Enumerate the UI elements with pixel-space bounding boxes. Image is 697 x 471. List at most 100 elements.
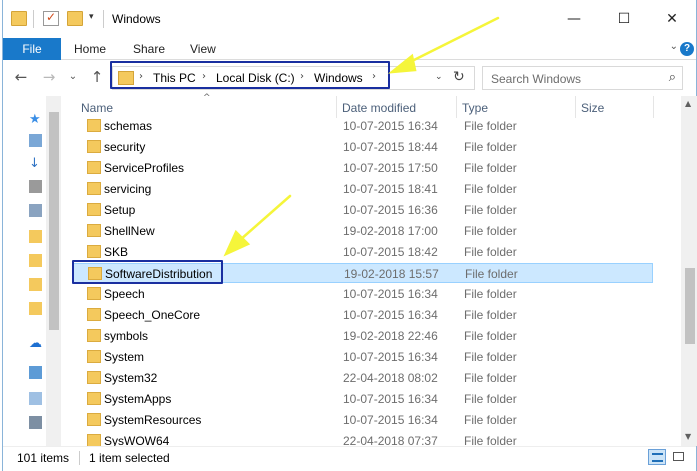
file-date-modified: 10-07-2015 16:34 bbox=[343, 119, 438, 133]
recent-locations-button[interactable]: ⌄ bbox=[63, 67, 83, 87]
folder-icon[interactable] bbox=[29, 278, 42, 291]
file-row[interactable]: Speech 10-07-2015 16:34 File folder bbox=[73, 284, 653, 305]
file-row[interactable]: System32 22-04-2018 08:02 File folder bbox=[73, 368, 653, 389]
title-bar: ▾ Windows — ☐ ✕ bbox=[3, 0, 696, 38]
file-row[interactable]: Speech_OneCore 10-07-2015 16:34 File folde… bbox=[73, 305, 653, 326]
file-type: File folder bbox=[464, 224, 517, 238]
file-date-modified: 19-02-2018 15:57 bbox=[344, 267, 439, 281]
ribbon-expand-icon[interactable]: ⌄ bbox=[670, 41, 678, 52]
file-list-scrollbar[interactable]: ▲ ▼ bbox=[681, 96, 697, 446]
qat-dropdown-icon[interactable]: ▾ bbox=[89, 12, 94, 22]
file-row[interactable]: SystemResources 10-07-2015 16:34 File fold… bbox=[73, 410, 653, 431]
file-type: File folder bbox=[464, 287, 517, 301]
minimize-button[interactable]: — bbox=[550, 0, 598, 38]
file-name: SystemResources bbox=[104, 413, 202, 427]
file-type: File folder bbox=[464, 161, 517, 175]
file-date-modified: 10-07-2015 18:41 bbox=[343, 182, 438, 196]
file-type: File folder bbox=[464, 392, 517, 406]
navigation-pane-scroll-thumb[interactable] bbox=[49, 112, 59, 330]
file-row[interactable]: SystemApps 10-07-2015 16:34 File folder bbox=[73, 389, 653, 410]
onedrive-cloud-icon[interactable]: ☁ bbox=[29, 336, 42, 351]
file-row[interactable]: Setup 10-07-2015 16:36 File folder bbox=[73, 200, 653, 221]
file-row[interactable]: symbols 19-02-2018 22:46 File folder bbox=[73, 326, 653, 347]
downloads-icon[interactable]: ↓ bbox=[29, 156, 42, 171]
folder-icon bbox=[87, 392, 101, 405]
drive-icon[interactable] bbox=[29, 416, 42, 429]
file-row[interactable]: schemas 10-07-2015 16:34 File folder bbox=[73, 116, 653, 137]
tab-share[interactable]: Share bbox=[133, 38, 165, 60]
column-divider[interactable] bbox=[336, 96, 337, 118]
column-header-date-modified[interactable]: Date modified bbox=[342, 101, 416, 115]
new-folder-icon[interactable] bbox=[67, 11, 83, 26]
file-row[interactable]: ShellNew 19-02-2018 17:00 File folder bbox=[73, 221, 653, 242]
sort-ascending-icon: ^ bbox=[203, 93, 211, 103]
scroll-up-icon[interactable]: ▲ bbox=[685, 99, 691, 108]
this-pc-icon[interactable] bbox=[29, 366, 42, 379]
up-button[interactable]: ↑ bbox=[87, 67, 107, 87]
qat-divider bbox=[103, 10, 104, 28]
refresh-icon[interactable]: ↻ bbox=[453, 69, 465, 85]
documents-icon[interactable] bbox=[29, 180, 42, 193]
maximize-button[interactable]: ☐ bbox=[600, 0, 648, 38]
item-count: 101 items bbox=[17, 451, 70, 465]
file-name: System32 bbox=[104, 371, 158, 385]
file-row[interactable]: ServiceProfiles 10-07-2015 17:50 File fold… bbox=[73, 158, 653, 179]
tab-file[interactable]: File bbox=[3, 38, 61, 60]
close-button[interactable]: ✕ bbox=[648, 0, 696, 38]
status-divider bbox=[79, 451, 80, 465]
file-date-modified: 10-07-2015 18:42 bbox=[343, 245, 438, 259]
address-highlight-box bbox=[110, 61, 390, 89]
column-divider[interactable] bbox=[456, 96, 457, 118]
column-divider[interactable] bbox=[575, 96, 576, 118]
properties-check-icon[interactable] bbox=[43, 10, 59, 26]
folder-icon[interactable] bbox=[29, 254, 42, 267]
desktop-icon[interactable] bbox=[29, 134, 42, 147]
status-bar: 101 items 1 item selected bbox=[3, 446, 696, 468]
file-name: System bbox=[104, 350, 145, 364]
details-view-button[interactable] bbox=[648, 449, 666, 465]
file-row[interactable]: security 10-07-2015 18:44 File folder bbox=[73, 137, 653, 158]
window-title: Windows bbox=[112, 12, 161, 26]
large-icons-view-button[interactable] bbox=[670, 449, 688, 465]
qat-divider bbox=[33, 10, 34, 28]
pictures-icon[interactable] bbox=[29, 204, 42, 217]
file-row[interactable]: servicing 10-07-2015 18:41 File folder bbox=[73, 179, 653, 200]
file-row[interactable]: System 10-07-2015 16:34 File folder bbox=[73, 347, 653, 368]
quick-access-star-icon[interactable]: ★ bbox=[29, 112, 42, 127]
scroll-down-icon[interactable]: ▼ bbox=[685, 432, 691, 441]
file-type: File folder bbox=[464, 203, 517, 217]
help-icon[interactable]: ? bbox=[680, 42, 694, 56]
folder-icon bbox=[87, 224, 101, 237]
file-type: File folder bbox=[464, 182, 517, 196]
selected-item-highlight-box bbox=[72, 260, 223, 284]
address-dropdown-icon[interactable]: ⌄ bbox=[435, 72, 443, 82]
back-button[interactable]: ← bbox=[11, 67, 31, 87]
search-icon[interactable]: ⌕ bbox=[669, 70, 676, 85]
search-input[interactable]: Search Windows ⌕ bbox=[482, 66, 683, 90]
scroll-thumb[interactable] bbox=[685, 268, 695, 344]
forward-button[interactable]: → bbox=[39, 67, 59, 87]
folder-icon bbox=[11, 11, 27, 26]
tab-home[interactable]: Home bbox=[74, 38, 106, 60]
file-date-modified: 10-07-2015 18:44 bbox=[343, 140, 438, 154]
file-date-modified: 10-07-2015 16:34 bbox=[343, 287, 438, 301]
column-divider[interactable] bbox=[653, 96, 654, 118]
folder-icon bbox=[87, 203, 101, 216]
folder-icon bbox=[87, 413, 101, 426]
folder-icon bbox=[87, 245, 101, 258]
file-date-modified: 10-07-2015 16:34 bbox=[343, 392, 438, 406]
folder-icon[interactable] bbox=[29, 302, 42, 315]
folder-icon bbox=[87, 182, 101, 195]
file-date-modified: 10-07-2015 16:34 bbox=[343, 308, 438, 322]
folder-icon[interactable] bbox=[29, 230, 42, 243]
file-date-modified: 19-02-2018 22:46 bbox=[343, 329, 438, 343]
column-header-type[interactable]: Type bbox=[462, 101, 488, 115]
folder-icon bbox=[87, 308, 101, 321]
drive-icon[interactable] bbox=[29, 392, 42, 405]
column-header-name[interactable]: Name bbox=[81, 101, 113, 115]
file-name: Setup bbox=[104, 203, 136, 217]
file-type: File folder bbox=[464, 308, 517, 322]
column-header-size[interactable]: Size bbox=[581, 101, 604, 115]
tab-view[interactable]: View bbox=[190, 38, 216, 60]
file-name: SystemApps bbox=[104, 392, 172, 406]
